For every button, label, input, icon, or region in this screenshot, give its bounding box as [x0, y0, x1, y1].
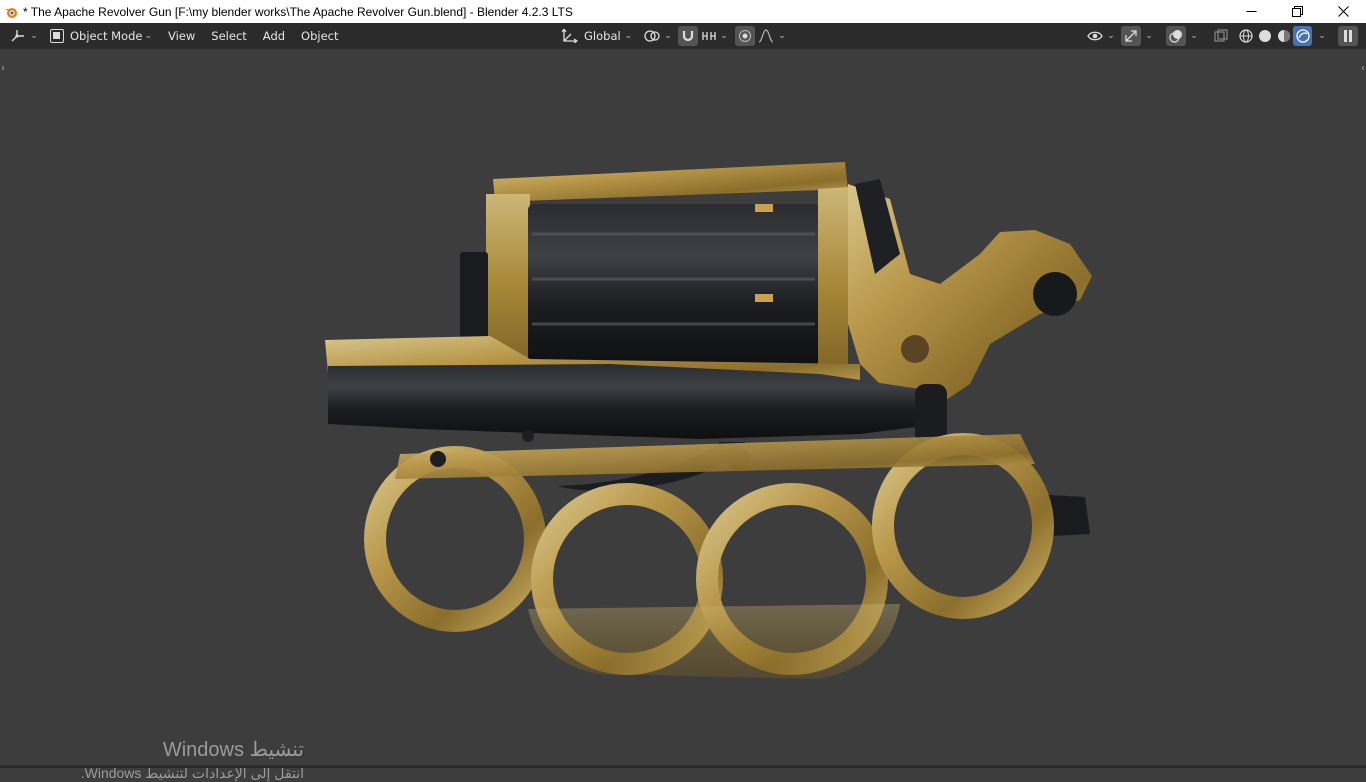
chevron-down-icon: ⌄	[1318, 31, 1326, 41]
menu-add[interactable]: Add	[255, 26, 293, 46]
overlays-dropdown[interactable]: ⌄	[1187, 26, 1201, 46]
object-mode-icon	[50, 29, 64, 43]
orientation-axes-icon	[562, 29, 578, 43]
chevron-down-icon: ⌄	[30, 31, 38, 41]
gizmo-icon	[1125, 30, 1137, 42]
sidebar-toggle-icon	[1344, 30, 1352, 42]
blender-logo-icon	[5, 7, 17, 18]
material-shading-icon	[1277, 30, 1290, 42]
restore-icon	[1291, 6, 1303, 17]
pivot-point-icon	[644, 30, 660, 42]
chevron-down-icon: ⌄	[778, 31, 786, 41]
snap-increment-icon	[702, 32, 716, 40]
magnet-icon	[682, 31, 694, 42]
overlays-toggle[interactable]	[1166, 26, 1186, 46]
chevron-down-icon: ⌄	[720, 31, 728, 41]
viewport-3d-icon	[11, 30, 25, 42]
wireframe-shading-icon	[1238, 29, 1253, 43]
sidebar-toggle-button[interactable]	[1338, 26, 1358, 46]
snap-toggle[interactable]	[678, 26, 698, 46]
sidebar-expand-icon[interactable]: ‹	[1361, 63, 1365, 74]
chevron-down-icon: ⌄	[1190, 31, 1198, 41]
mode-dropdown[interactable]: Object Mode ⌄	[46, 26, 156, 46]
menu-select[interactable]: Select	[203, 26, 254, 46]
proportional-edit-icon	[739, 30, 751, 42]
minimize-icon	[1246, 11, 1256, 12]
chevron-down-icon: ⌄	[1107, 31, 1115, 41]
close-window-button[interactable]	[1320, 0, 1366, 23]
minimize-button[interactable]	[1228, 0, 1274, 23]
window-title-bar: * The Apache Revolver Gun [F:\my blender…	[0, 0, 1366, 23]
overlays-icon	[1169, 30, 1182, 43]
3d-viewport[interactable]: › ‹ تنشيط Windows انتقل إلى الإعدادات لت…	[0, 49, 1366, 781]
gizmo-dropdown[interactable]: ⌄	[1142, 26, 1156, 46]
chevron-down-icon: ⌄	[1145, 31, 1153, 41]
xray-icon	[1214, 29, 1228, 42]
shading-solid-button[interactable]	[1255, 26, 1274, 46]
shading-material-button[interactable]	[1274, 26, 1293, 46]
falloff-curve-icon	[758, 29, 774, 43]
close-icon	[1337, 6, 1349, 17]
eye-icon	[1087, 31, 1103, 41]
shading-wireframe-button[interactable]	[1236, 26, 1255, 46]
snap-target-dropdown[interactable]: ⌄	[700, 26, 730, 46]
chevron-down-icon: ⌄	[624, 31, 632, 41]
menu-view[interactable]: View	[160, 26, 203, 46]
header-menus: View Select Add Object	[160, 26, 347, 46]
mode-label: Object Mode	[70, 29, 143, 43]
menu-object[interactable]: Object	[293, 26, 346, 46]
falloff-dropdown[interactable]: ⌄	[757, 26, 787, 46]
toolbar-expand-icon[interactable]: ›	[1, 63, 5, 74]
object-visibility-dropdown[interactable]: ⌄	[1086, 26, 1116, 46]
window-controls	[1228, 0, 1366, 23]
viewport-header: ⌄ Object Mode ⌄ View Select Add Object G…	[0, 23, 1366, 49]
gizmo-toggle[interactable]	[1121, 26, 1141, 46]
solid-shading-icon	[1258, 30, 1271, 42]
orientation-label: Global	[584, 29, 621, 43]
window-title: * The Apache Revolver Gun [F:\my blender…	[23, 4, 573, 19]
proportional-edit-toggle[interactable]	[735, 26, 755, 46]
watermark-line1: تنشيط Windows	[162, 739, 304, 761]
revolver-brass-knuckles-model[interactable]	[300, 104, 1120, 704]
xray-toggle[interactable]	[1211, 26, 1231, 46]
editor-type-button[interactable]: ⌄	[8, 26, 40, 46]
shading-dropdown[interactable]: ⌄	[1315, 26, 1329, 46]
shading-rendered-button[interactable]	[1293, 26, 1312, 46]
shading-modes	[1236, 26, 1312, 46]
chevron-down-icon: ⌄	[664, 31, 672, 41]
rendered-shading-icon	[1295, 29, 1310, 43]
windows-activation-watermark: تنشيط Windows انتقل إلى الإعدادات لتنشيط…	[81, 737, 304, 782]
chevron-down-icon: ⌄	[144, 31, 152, 41]
pivot-point-dropdown[interactable]: ⌄	[643, 26, 673, 46]
transform-orientation-dropdown[interactable]: Global ⌄	[558, 26, 636, 46]
restore-button[interactable]	[1274, 0, 1320, 23]
